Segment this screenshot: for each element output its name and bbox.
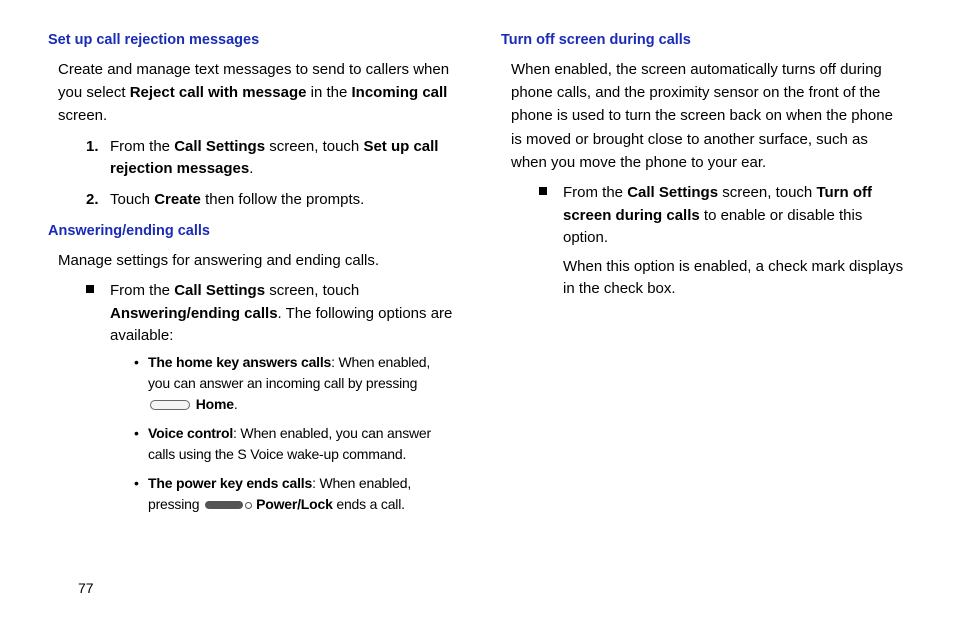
answering-item: From the Call Settings screen, touch Ans… — [86, 280, 453, 515]
turnoff-item-cont: When this option is enabled, a check mar… — [563, 256, 906, 301]
bullet-voice-control: Voice control: When enabled, you can ans… — [134, 423, 453, 465]
power-key-icon — [205, 501, 243, 509]
heading-rejection: Set up call rejection messages — [48, 30, 453, 52]
bullet-home-key: The home key answers calls: When enabled… — [134, 352, 453, 415]
turnoff-item: From the Call Settings screen, touch Tur… — [539, 182, 906, 301]
turnoff-intro: When enabled, the screen automatically t… — [511, 58, 906, 174]
answering-intro: Manage settings for answering and ending… — [58, 249, 453, 272]
bullet-power-key: The power key ends calls: When enabled, … — [134, 473, 453, 515]
page-number: 77 — [78, 580, 94, 596]
left-column: Set up call rejection messages Create an… — [48, 30, 453, 525]
answering-sub-bullets: The home key answers calls: When enabled… — [134, 352, 453, 515]
step-2: 2. Touch Create then follow the prompts. — [86, 189, 453, 212]
rejection-intro: Create and manage text messages to send … — [58, 58, 453, 128]
square-bullet-icon — [86, 285, 94, 293]
home-key-icon — [150, 400, 190, 410]
page-columns: Set up call rejection messages Create an… — [48, 30, 906, 525]
heading-answering: Answering/ending calls — [48, 221, 453, 243]
square-bullet-icon — [539, 187, 547, 195]
turnoff-list: From the Call Settings screen, touch Tur… — [539, 182, 906, 301]
step-1: 1. From the Call Settings screen, touch … — [86, 136, 453, 181]
answering-list: From the Call Settings screen, touch Ans… — [86, 280, 453, 515]
right-column: Turn off screen during calls When enable… — [501, 30, 906, 525]
heading-turnoff: Turn off screen during calls — [501, 30, 906, 52]
rejection-steps: 1. From the Call Settings screen, touch … — [86, 136, 453, 212]
